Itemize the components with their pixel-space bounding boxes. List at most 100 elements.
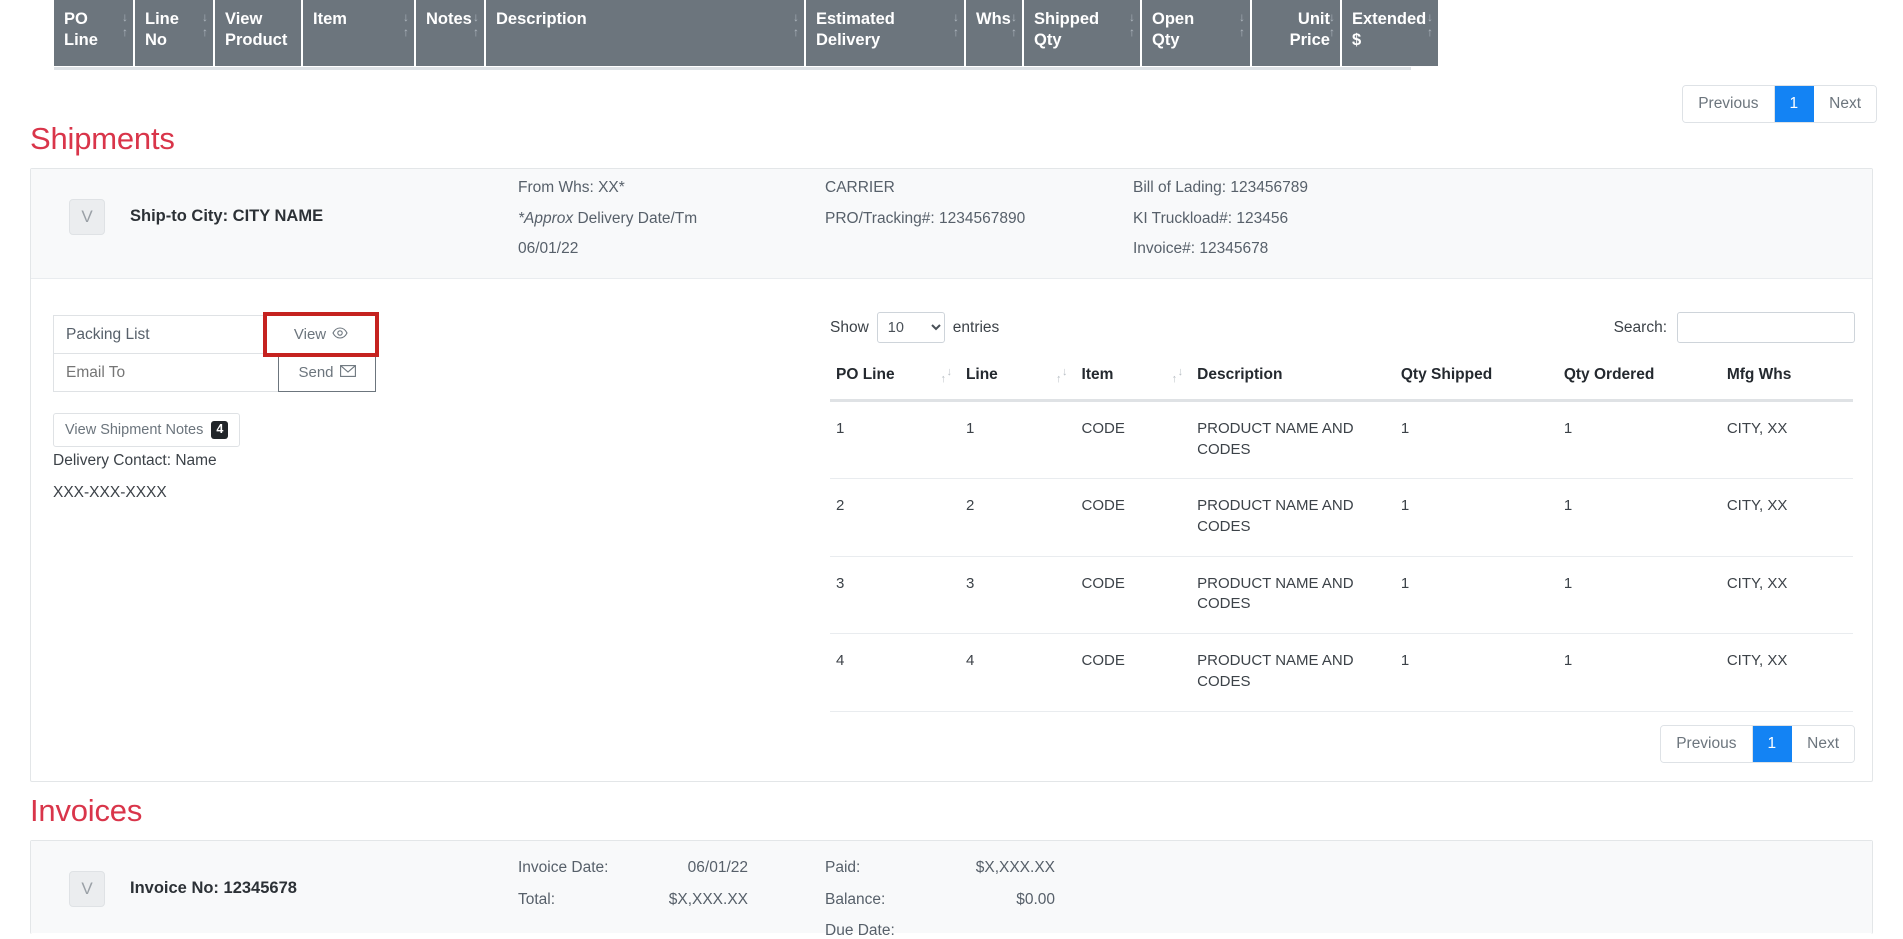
shipment-pagination-next-button[interactable]: Next (1792, 726, 1854, 763)
po-lines-table: PO Line ↓ ↑ Line No ↓ ↑ View Product Item ↓ ↑ Notes ↓ ↑… (54, 0, 1438, 68)
sort-descending-icon[interactable]: ↓ (953, 11, 959, 23)
sort-descending-icon[interactable]: ↓ (1062, 367, 1068, 378)
sort-ascending-icon[interactable]: ↑ (473, 26, 479, 38)
invoices-section-heading: Invoices (30, 793, 143, 828)
po-column-header-unit-price[interactable]: Unit Price ↓ ↑ (1251, 0, 1342, 68)
sort-descending-icon[interactable]: ↓ (1011, 11, 1017, 23)
shipment-column-header-qty-shipped[interactable]: Qty Shipped (1394, 358, 1558, 402)
shipment-column-header-po-line[interactable]: PO Line ↑ ↓ (830, 358, 960, 402)
sort-descending-icon[interactable]: ↓ (1239, 11, 1245, 23)
carrier-name: CARRIER (825, 179, 895, 196)
po-column-header-item[interactable]: Item ↓ ↑ (302, 0, 416, 68)
po-column-header-whs[interactable]: Whs ↓ ↑ (965, 0, 1024, 68)
view-packing-list-button[interactable]: View (263, 312, 379, 357)
invoice-detail-right-value: $0.00 (1016, 890, 1055, 908)
po-column-header-po-line[interactable]: PO Line ↓ ↑ (54, 0, 135, 68)
sort-descending-icon[interactable]: ↓ (202, 11, 208, 23)
table-row[interactable]: 3 3 CODE PRODUCT NAME AND CODES 1 1 CITY, XX (830, 556, 1853, 635)
column-label: Description (496, 10, 587, 28)
sort-ascending-icon[interactable]: ↑ (403, 26, 409, 38)
page-length-select[interactable]: 102550100 (876, 312, 945, 343)
column-label: Estimated Delivery (816, 10, 895, 50)
invoice-detail-left-label: Invoice Date: (518, 859, 609, 876)
table-row[interactable]: 4 4 CODE PRODUCT NAME AND CODES 1 1 CITY, XX (830, 633, 1853, 712)
sort-ascending-icon[interactable]: ↑ (793, 26, 799, 38)
sort-descending-icon[interactable]: ↓ (946, 367, 952, 378)
pagination-page-1-button[interactable]: 1 (1774, 86, 1815, 123)
po-column-header-shipped-qty[interactable]: Shipped Qty ↓ ↑ (1023, 0, 1142, 68)
sort-descending-icon[interactable]: ↓ (403, 11, 409, 23)
email-to-input[interactable] (53, 353, 278, 392)
from-whs-label: From Whs: (518, 179, 594, 196)
po-column-header-open-qty[interactable]: Open Qty ↓ ↑ (1141, 0, 1252, 68)
shipment-lines-table: PO Line ↑ ↓ Line ↑ ↓ Item ↑ ↓ Description Qty Ship… (830, 358, 1853, 712)
sort-ascending-icon[interactable]: ↑ (1056, 374, 1062, 385)
shipment-pagination-page-1-button[interactable]: 1 (1752, 726, 1793, 763)
invoice-summary-right: Paid: $X,XXX.XX Balance: $0.00 Due Date: (825, 860, 1055, 939)
shipment-column-header-qty-ordered[interactable]: Qty Ordered (1557, 358, 1721, 402)
po-column-header-view-product[interactable]: View Product (214, 0, 303, 68)
cell-po-line: 4 (830, 633, 960, 712)
column-label: PO Line (64, 10, 98, 50)
sort-descending-icon[interactable]: ↓ (1129, 11, 1135, 23)
sort-descending-icon[interactable]: ↓ (1427, 11, 1433, 23)
shipment-ship-to-city: Ship-to City: CITY NAME (130, 207, 324, 225)
sort-ascending-icon[interactable]: ↑ (122, 26, 128, 38)
sort-descending-icon[interactable]: ↓ (793, 11, 799, 23)
view-shipment-notes-button[interactable]: View Shipment Notes 4 (53, 413, 241, 447)
po-column-header-estimated-delivery[interactable]: Estimated Delivery ↓ ↑ (805, 0, 966, 68)
sort-descending-icon[interactable]: ↓ (122, 11, 128, 23)
shipment-collapse-toggle[interactable]: V (69, 199, 105, 235)
shipment-column-header-item[interactable]: Item ↑ ↓ (1075, 358, 1192, 402)
shipment-column-header-mfg-whs[interactable]: Mfg Whs (1720, 358, 1853, 402)
cell-po-line: 2 (830, 478, 960, 557)
search-input[interactable] (1677, 312, 1855, 343)
sort-ascending-icon[interactable]: ↑ (1427, 26, 1433, 38)
po-lines-pagination[interactable]: Previous 1 Next (1682, 85, 1877, 124)
envelope-icon (339, 364, 356, 381)
column-label: View Product (225, 10, 288, 50)
po-column-header-line-no[interactable]: Line No ↓ ↑ (134, 0, 215, 68)
sort-descending-icon[interactable]: ↓ (1178, 367, 1184, 378)
delivery-contact-name: Delivery Contact: Name (53, 452, 217, 469)
shipment-pagination-previous-button[interactable]: Previous (1661, 726, 1753, 763)
cell-po-line: 3 (830, 556, 960, 635)
column-label: Extended $ (1352, 10, 1427, 50)
sort-ascending-icon[interactable]: ↑ (202, 26, 208, 38)
pagination-next-button[interactable]: Next (1814, 86, 1876, 123)
sort-ascending-icon[interactable]: ↑ (1129, 26, 1135, 38)
cell-mfg-whs: CITY, XX (1720, 400, 1853, 480)
invoice-detail-right-row: Paid: $X,XXX.XX (825, 860, 1055, 876)
po-column-header-extended[interactable]: Extended $ ↓ ↑ (1341, 0, 1438, 68)
pagination-previous-button[interactable]: Previous (1683, 86, 1775, 123)
packing-list-row: Packing List View (53, 312, 379, 357)
table-row[interactable]: 2 2 CODE PRODUCT NAME AND CODES 1 1 CITY, XX (830, 478, 1853, 557)
po-column-header-description[interactable]: Description ↓ ↑ (485, 0, 806, 68)
sort-ascending-icon[interactable]: ↑ (953, 26, 959, 38)
sort-ascending-icon[interactable]: ↑ (1172, 374, 1178, 385)
column-label: Item (1081, 366, 1114, 383)
delivery-date-value: 06/01/22 (518, 240, 579, 257)
po-column-header-notes[interactable]: Notes ↓ ↑ (415, 0, 486, 68)
notes-button-label: View Shipment Notes (65, 421, 204, 438)
column-label: Line No (145, 10, 179, 50)
table-row[interactable]: 1 1 CODE PRODUCT NAME AND CODES 1 1 CITY, XX (830, 400, 1853, 480)
invoice-collapse-toggle[interactable]: V (69, 871, 105, 907)
shipment-lines-pagination[interactable]: Previous 1 Next (1660, 725, 1855, 764)
sort-descending-icon[interactable]: ↓ (473, 11, 479, 23)
send-email-button[interactable]: Send (278, 353, 376, 392)
table-header-underline (54, 67, 1411, 70)
shipment-column-header-line[interactable]: Line ↑ ↓ (959, 358, 1076, 402)
shipment-lines-table-wrap: PO Line ↑ ↓ Line ↑ ↓ Item ↑ ↓ Description Qty Ship… (830, 358, 1853, 712)
cell-description: PRODUCT NAME AND CODES (1191, 400, 1395, 480)
cell-item: CODE (1075, 478, 1192, 557)
shipment-lines-search-control: Search: (1614, 312, 1855, 343)
from-whs-line: From Whs: XX* (518, 180, 697, 196)
shipment-column-header-description[interactable]: Description (1191, 358, 1395, 402)
invoice-detail-right-row: Balance: $0.00 (825, 890, 1055, 908)
sort-ascending-icon[interactable]: ↑ (940, 374, 946, 385)
sort-ascending-icon[interactable]: ↑ (1239, 26, 1245, 38)
cell-line: 4 (959, 633, 1076, 712)
sort-ascending-icon[interactable]: ↑ (1011, 26, 1017, 38)
column-label: Line (965, 366, 998, 383)
